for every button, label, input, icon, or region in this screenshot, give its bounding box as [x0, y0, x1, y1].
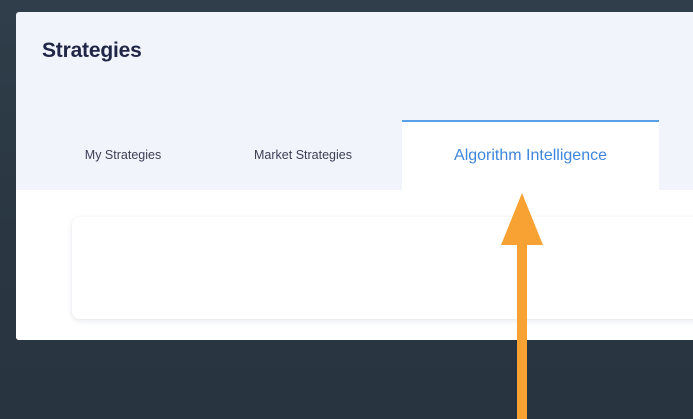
arrow-head: [501, 193, 543, 245]
arrow-shaft: [517, 243, 527, 419]
content-card: [72, 217, 693, 319]
tab-label: Algorithm Intelligence: [454, 147, 607, 164]
tab-market-strategies[interactable]: Market Strategies: [228, 120, 378, 190]
tab-label: My Strategies: [84, 148, 162, 162]
tab-label: Market Strategies: [254, 148, 352, 162]
tab-bar: My Strategies Market Strategies Algorith…: [16, 120, 693, 190]
tab-my-strategies[interactable]: My Strategies: [64, 120, 182, 190]
page-title: Strategies: [42, 39, 142, 62]
tab-algorithm-intelligence[interactable]: Algorithm Intelligence: [402, 120, 659, 190]
strategies-panel: Strategies My Strategies Market Strategi…: [16, 12, 693, 340]
up-arrow-icon: [501, 193, 543, 419]
tab-content: [16, 190, 693, 340]
